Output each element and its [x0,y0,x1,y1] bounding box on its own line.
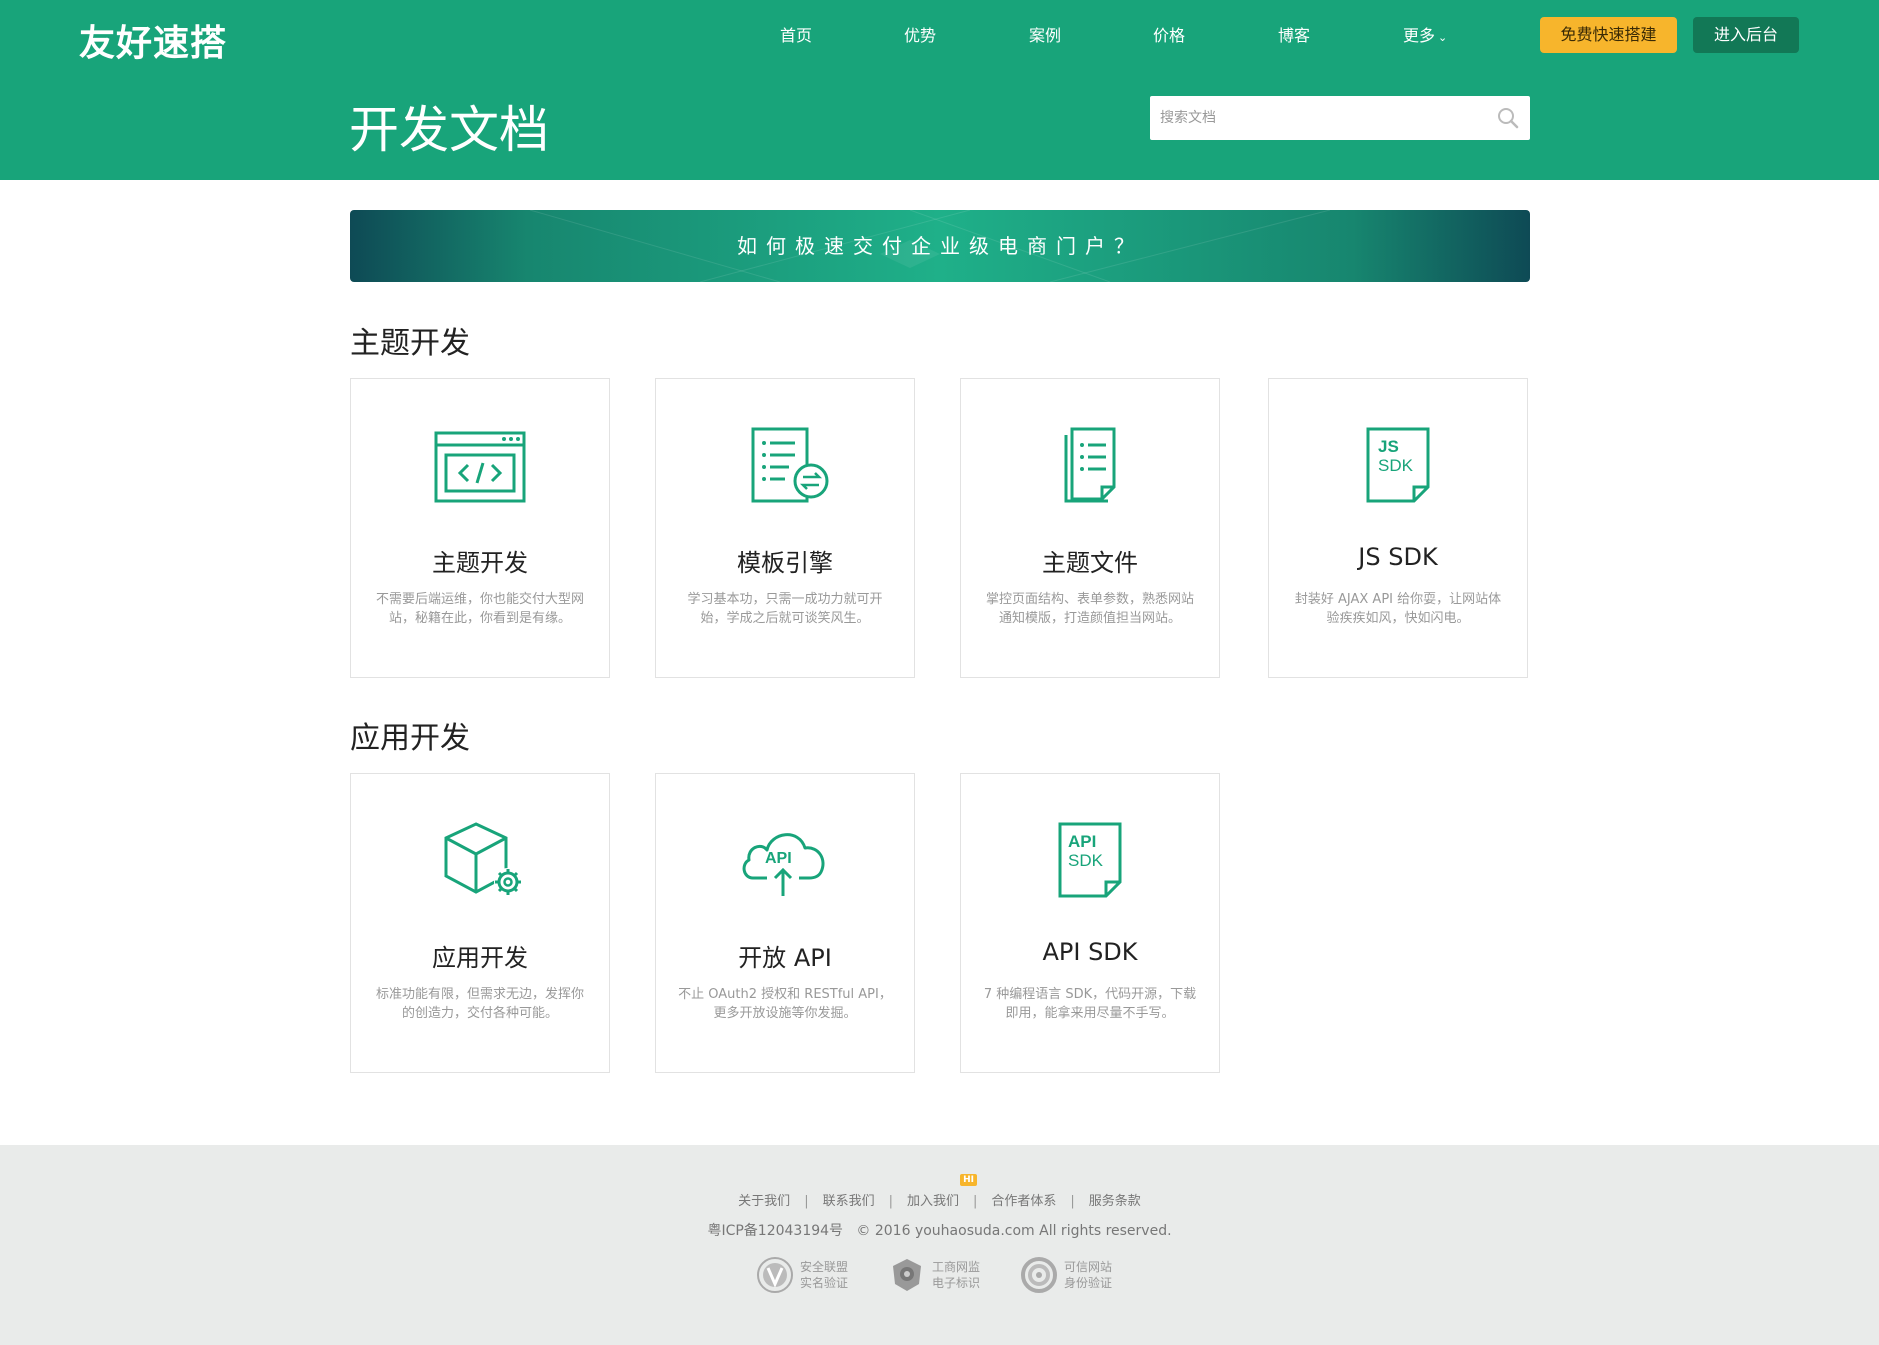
banner-text: 如何极速交付企业级电商门户？ [737,234,1143,258]
js-sdk-file-icon: JS SDK [1269,425,1527,505]
card-description: 封装好 AJAX API 给你耍，让网站体验疾疾如风，快如闪电。 [1294,592,1502,626]
footer [0,1145,1879,1345]
card-description: 掌控页面结构、表单参数，熟悉网站通知模版，打造颜值担当网站。 [985,592,1194,626]
badge-text: 可信网站 身份验证 [1064,1259,1112,1291]
footer-link-contact[interactable]: 联系我们 [823,1194,875,1209]
card-description: 标准功能有限，但需求无边，发挥你的创造力，交付各种可能。 [375,987,584,1021]
card-theme-files[interactable]: 主题文件 掌控页面结构、表单参数，熟悉网站通知模版，打造颜值担当网站。 [960,378,1220,678]
badge-text: 工商网监 电子标识 [932,1259,980,1291]
icp-number[interactable]: 粤ICP备12043194号 [707,1223,843,1239]
trusted-site-icon [1020,1256,1058,1294]
brand-logo[interactable]: 友好速搭 [79,14,227,66]
cloud-api-icon: API [656,820,914,900]
cube-gear-icon [351,820,609,900]
nav-advantages[interactable]: 优势 [904,22,936,46]
card-title: JS SDK [1358,543,1438,571]
card-js-sdk[interactable]: JS SDK JS SDK 封装好 AJAX API 给你耍，让网站体验疾疾如风… [1268,378,1528,678]
card-theme-dev[interactable]: 主题开发 不需要后端运维，你也能交付大型网站，秘籍在此，你看到是有缘。 [350,378,610,678]
divider: | [1070,1194,1075,1209]
section-title-app: 应用开发 [350,721,470,756]
documents-stack-icon [961,425,1219,505]
code-window-icon [351,425,609,505]
card-description: 不止 OAuth2 授权和 RESTful API，更多开放设施等你发掘。 [678,987,892,1021]
copyright-text: © 2016 youhaosuda.com All rights reserve… [856,1223,1172,1239]
card-template-engine[interactable]: 模板引擎 学习基本功，只需一成功力就可开始，学成之后就可谈笑风生。 [655,378,915,678]
page-title: 开发文档 [349,101,549,159]
nav-more[interactable]: 更多 ⌄ [1403,22,1447,46]
api-sdk-icon-line1: API [1068,832,1096,851]
js-sdk-icon-line1: JS [1378,437,1399,456]
copyright-line: 粤ICP备12043194号 © 2016 youhaosuda.com All… [0,1220,1879,1240]
card-title: 应用开发 [432,944,528,972]
v-verified-icon [756,1256,794,1294]
badge-line1: 工商网监 [932,1260,981,1274]
footer-link-terms[interactable]: 服务条款 [1089,1194,1141,1209]
nav-more-label: 更多 [1403,26,1436,45]
card-title: 主题开发 [432,549,528,577]
api-sdk-icon-line2: SDK [1068,851,1104,870]
chevron-down-icon: ⌄ [1438,31,1448,44]
api-sdk-file-icon: API SDK [961,820,1219,900]
badge-line2: 身份验证 [1064,1276,1113,1290]
card-app-dev[interactable]: 应用开发 标准功能有限，但需求无边，发挥你的创造力，交付各种可能。 [350,773,610,1073]
badge-line1: 可信网站 [1064,1260,1113,1274]
hiring-badge: HI [960,1174,977,1186]
enter-admin-button[interactable]: 进入后台 [1693,17,1799,53]
footer-link-join-label: 加入我们 [906,1194,959,1209]
card-description: 7 种编程语言 SDK，代码开源，下载即用，能拿来用尽量不手写。 [983,987,1197,1021]
nav-home[interactable]: 首页 [780,22,812,46]
divider: | [804,1194,809,1209]
js-sdk-icon-line2: SDK [1378,456,1414,475]
promo-banner[interactable]: 如何极速交付企业级电商门户？ [350,210,1530,282]
card-title: API SDK [1042,938,1138,966]
top-header: 友好速搭 首页 优势 案例 价格 博客 更多 ⌄ 免费快速搭建 进入后台 开发文档 [0,0,1879,180]
free-build-button[interactable]: 免费快速搭建 [1540,17,1677,53]
card-description: 不需要后端运维，你也能交付大型网站，秘籍在此，你看到是有缘。 [375,592,584,626]
section-title-theme: 主题开发 [350,326,470,361]
divider: | [973,1194,978,1209]
card-api-sdk[interactable]: API SDK API SDK 7 种编程语言 SDK，代码开源，下载即用，能拿… [960,773,1220,1073]
nav-cases[interactable]: 案例 [1029,22,1061,46]
nav-blog[interactable]: 博客 [1278,22,1310,46]
shield-emblem-icon [888,1256,926,1294]
footer-link-partners[interactable]: 合作者体系 [991,1194,1056,1209]
search-box [1150,96,1530,140]
card-open-api[interactable]: API 开放 API 不止 OAuth2 授权和 RESTful API，更多开… [655,773,915,1073]
search-input[interactable] [1150,96,1490,140]
card-title: 主题文件 [1042,549,1138,577]
badge-line2: 电子标识 [932,1276,981,1290]
nav-pricing[interactable]: 价格 [1153,22,1185,46]
trust-badges: 安全联盟实名验证 工商网监电子标识 可信网站身份验证 [756,1256,1156,1296]
footer-links: 关于我们 | 联系我们 | 加入我们 HI | 合作者体系 | 服务条款 [0,1174,1879,1209]
card-title: 模板引擎 [737,549,833,577]
search-icon[interactable] [1496,106,1520,130]
document-sync-icon [656,425,914,505]
badge-line1: 安全联盟 [800,1260,849,1274]
badge-line2: 实名验证 [800,1276,849,1290]
divider: | [888,1194,893,1209]
badge-text: 安全联盟 实名验证 [800,1259,848,1291]
card-description: 学习基本功，只需一成功力就可开始，学成之后就可谈笑风生。 [687,592,883,626]
card-title: 开放 API [738,944,832,972]
cloud-api-icon-text: API [765,850,792,867]
footer-link-join[interactable]: 加入我们 HI [906,1174,977,1209]
footer-link-about[interactable]: 关于我们 [738,1194,790,1209]
